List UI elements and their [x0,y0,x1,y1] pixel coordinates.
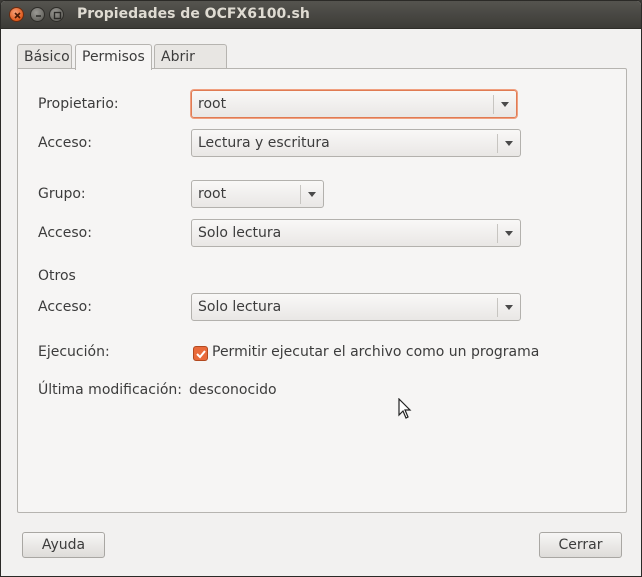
chevron-down-icon [505,141,513,146]
owner-combobox[interactable]: root [191,90,517,118]
execute-checkbox-label[interactable]: Permitir ejecutar el archivo como un pro… [212,344,539,360]
help-button[interactable]: Ayuda [22,532,105,558]
window-title: Propiedades de OCFX6100.sh [77,6,310,22]
tab-abrir-con[interactable]: Abrir con [154,44,227,81]
tab-permisos[interactable]: Permisos [75,44,152,70]
others-access-label: Acceso: [38,299,92,315]
others-heading: Otros [38,268,76,284]
owner-access-label: Acceso: [38,135,92,151]
checkmark-icon [196,350,206,359]
chevron-down-icon [308,192,316,197]
close-icon [14,12,21,19]
combo-separator [497,224,498,243]
close-window-button[interactable] [9,7,24,22]
chevron-down-icon [505,305,513,310]
execute-checkbox[interactable] [193,346,208,361]
others-access-combobox[interactable]: Solo lectura [191,293,521,321]
chevron-down-icon [501,102,509,107]
group-access-value: Solo lectura [198,225,282,241]
group-label: Grupo: [38,186,86,202]
close-button[interactable]: Cerrar [539,532,622,558]
group-combobox[interactable]: root [191,180,324,208]
owner-label: Propietario: [38,96,119,112]
owner-value: root [198,96,227,112]
minimize-window-button[interactable] [30,7,45,22]
owner-access-value: Lectura y escritura [198,135,330,151]
group-value: root [198,186,227,202]
properties-window: Propiedades de OCFX6100.sh Básico Permis… [0,0,642,577]
combo-separator [497,134,498,153]
maximize-icon [53,11,62,20]
group-access-label: Acceso: [38,225,92,241]
last-modified-label: Última modificación: [38,382,182,398]
combo-separator [300,185,301,204]
group-access-combobox[interactable]: Solo lectura [191,219,521,247]
mouse-cursor-icon [398,398,412,419]
combo-separator [497,298,498,317]
title-bar[interactable]: Propiedades de OCFX6100.sh [1,1,641,29]
execution-label: Ejecución: [38,344,110,360]
tab-basico[interactable]: Básico [17,44,72,69]
last-modified-value: desconocido [189,382,277,398]
owner-access-combobox[interactable]: Lectura y escritura [191,129,521,157]
minimize-icon [36,15,41,17]
combo-separator [493,95,494,114]
maximize-window-button[interactable] [49,7,64,22]
others-access-value: Solo lectura [198,299,282,315]
chevron-down-icon [505,231,513,236]
